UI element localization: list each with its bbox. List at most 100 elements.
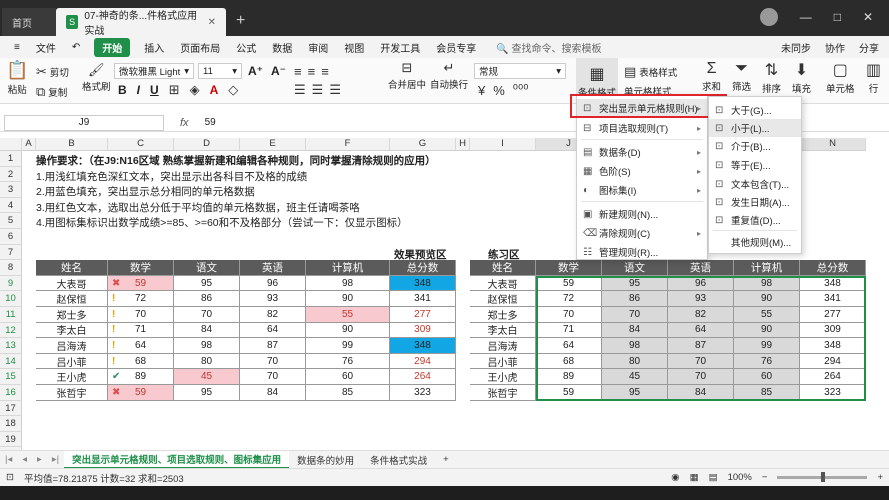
column-header-n[interactable]: N [800,138,866,151]
fill-button[interactable]: ⬇ 填充 [792,60,811,95]
practice-cell-computer[interactable]: 60 [734,369,800,385]
collaborate-button[interactable]: 协作 [825,40,845,55]
currency-icon[interactable]: ¥ [478,83,485,98]
copy-button[interactable]: ⧉ 复制 [36,84,67,100]
menu-item-top-bottom-rules[interactable]: ⊟ 项目选取规则(T) ▸ [577,119,707,137]
merge-center-button[interactable]: ⊟ 合并居中 [388,60,426,91]
undo-icon[interactable]: ↶ [64,42,88,53]
submenu-item-7[interactable]: 其他规则(M)... [709,233,801,251]
practice-cell-english[interactable]: 70 [668,369,734,385]
row-header-19[interactable]: 19 [0,431,22,448]
new-tab-button[interactable]: + [236,12,245,30]
practice-cell-total[interactable]: 348 [800,338,866,354]
column-header-e[interactable]: E [240,138,306,151]
minimize-icon[interactable]: — [800,10,812,24]
row-header-2[interactable]: 2 [0,166,22,183]
practice-cell-computer[interactable]: 90 [734,291,800,307]
filter-button[interactable]: ⏷ 筛选 [732,60,751,93]
first-sheet-icon[interactable]: |◂ [0,454,17,465]
sum-button[interactable]: Σ 求和 [702,60,721,93]
practice-cell-total[interactable]: 323 [800,385,866,401]
formula-input[interactable]: 59 [205,117,216,128]
normal-view-icon[interactable]: ▦ [690,472,699,483]
menu-insert[interactable]: 插入 [136,40,172,55]
bold-icon[interactable]: B [118,83,127,97]
menu-page-layout[interactable]: 页面布局 [172,40,228,55]
avatar[interactable] [759,8,778,26]
practice-cell-math[interactable]: 70 [536,307,602,323]
wrap-text-button[interactable]: ↵ 自动换行 [430,60,468,91]
zoom-out-icon[interactable]: − [762,472,768,483]
practice-cell-name[interactable]: 郑士多 [470,307,536,323]
add-sheet-icon[interactable]: + [435,451,457,469]
practice-cell-english[interactable]: 64 [668,322,734,339]
practice-cell-math[interactable]: 72 [536,291,602,307]
practice-cell-chinese[interactable]: 80 [602,353,668,370]
practice-cell-name[interactable]: 吕海涛 [470,338,536,354]
row-header-1[interactable]: 1 [0,151,22,167]
close-window-icon[interactable]: ✕ [863,10,873,24]
format-painter-button[interactable]: 🖌 格式刷 [82,62,111,93]
practice-cell-name[interactable]: 吕小菲 [470,353,536,370]
number-format-select[interactable]: 常规 ▾ [474,63,566,79]
menu-file[interactable]: 文件 [28,40,64,55]
macro-icon[interactable]: ⊡ [6,472,14,483]
practice-cell-chinese[interactable]: 98 [602,338,668,354]
select-all-corner[interactable] [0,138,22,151]
menu-member[interactable]: 会员专享 [428,40,484,55]
decrease-font-icon[interactable]: A⁻ [271,64,286,78]
align-left-icon[interactable]: ☰ [294,82,306,98]
row-header-9[interactable]: 9 [0,275,22,292]
practice-cell-chinese[interactable]: 45 [602,369,668,385]
practice-cell-chinese[interactable]: 95 [602,385,668,401]
practice-cell-total[interactable]: 294 [800,353,866,370]
practice-cell-total[interactable]: 341 [800,291,866,307]
italic-icon[interactable]: I [137,83,140,97]
menu-start[interactable]: 开始 [94,37,131,57]
practice-cell-computer[interactable]: 55 [734,307,800,323]
percent-icon[interactable]: % [493,83,505,98]
tab-document[interactable]: S 07-神奇的条...件格式应用实战 ✕ [56,8,226,37]
row-header-11[interactable]: 11 [0,307,22,323]
row-col-button[interactable]: ▥ 行 [866,60,881,95]
practice-cell-math[interactable]: 71 [536,322,602,339]
row-header-7[interactable]: 7 [0,244,22,261]
column-header-h[interactable]: H [456,138,470,151]
row-header-5[interactable]: 5 [0,213,22,229]
practice-cell-english[interactable]: 87 [668,338,734,354]
row-header-12[interactable]: 12 [0,322,22,339]
row-header-3[interactable]: 3 [0,182,22,198]
align-right-icon[interactable]: ☰ [329,82,341,98]
column-header-f[interactable]: F [306,138,390,151]
practice-cell-english[interactable]: 70 [668,353,734,370]
zoom-value[interactable]: 100% [728,472,752,483]
practice-cell-name[interactable]: 大表哥 [470,275,536,292]
border-icon[interactable]: ⊞ [169,82,180,98]
column-header-a[interactable]: A [22,138,36,151]
close-tab-icon[interactable]: ✕ [208,17,216,28]
align-middle-icon[interactable]: ≡ [308,64,316,79]
clear-format-icon[interactable]: ◇ [228,82,238,98]
menu-developer[interactable]: 开发工具 [372,40,428,55]
hamburger-icon[interactable]: ≡ [6,42,28,53]
row-header-14[interactable]: 14 [0,353,22,370]
tab-home[interactable]: 首页 [2,8,56,36]
table-style-button[interactable]: ▤ 表格样式 [624,64,677,80]
practice-cell-computer[interactable]: 76 [734,353,800,370]
sheet-tab-1[interactable]: 突出显示单元格规则、项目选取规则、图标集应用 [64,450,290,469]
font-color-icon[interactable]: A [210,83,219,97]
row-header-6[interactable]: 6 [0,229,22,245]
practice-cell-math[interactable]: 89 [536,369,602,385]
sort-button[interactable]: ⇅ 排序 [762,60,781,95]
thousands-icon[interactable]: ⁰⁰⁰ [513,82,529,98]
fx-icon[interactable]: fx [180,117,189,129]
practice-cell-english[interactable]: 96 [668,275,734,292]
menu-item-icon-sets[interactable]: ◐ 图标集(I) ▸ [577,181,707,199]
practice-cell-name[interactable]: 赵保恒 [470,291,536,307]
align-bottom-icon[interactable]: ≡ [321,64,329,79]
row-header-17[interactable]: 17 [0,400,22,417]
increase-font-icon[interactable]: A⁺ [248,64,263,78]
name-box[interactable]: J9 [4,114,164,131]
page-view-icon[interactable]: ▤ [709,472,718,483]
fill-color-icon[interactable]: ◈ [190,82,200,98]
